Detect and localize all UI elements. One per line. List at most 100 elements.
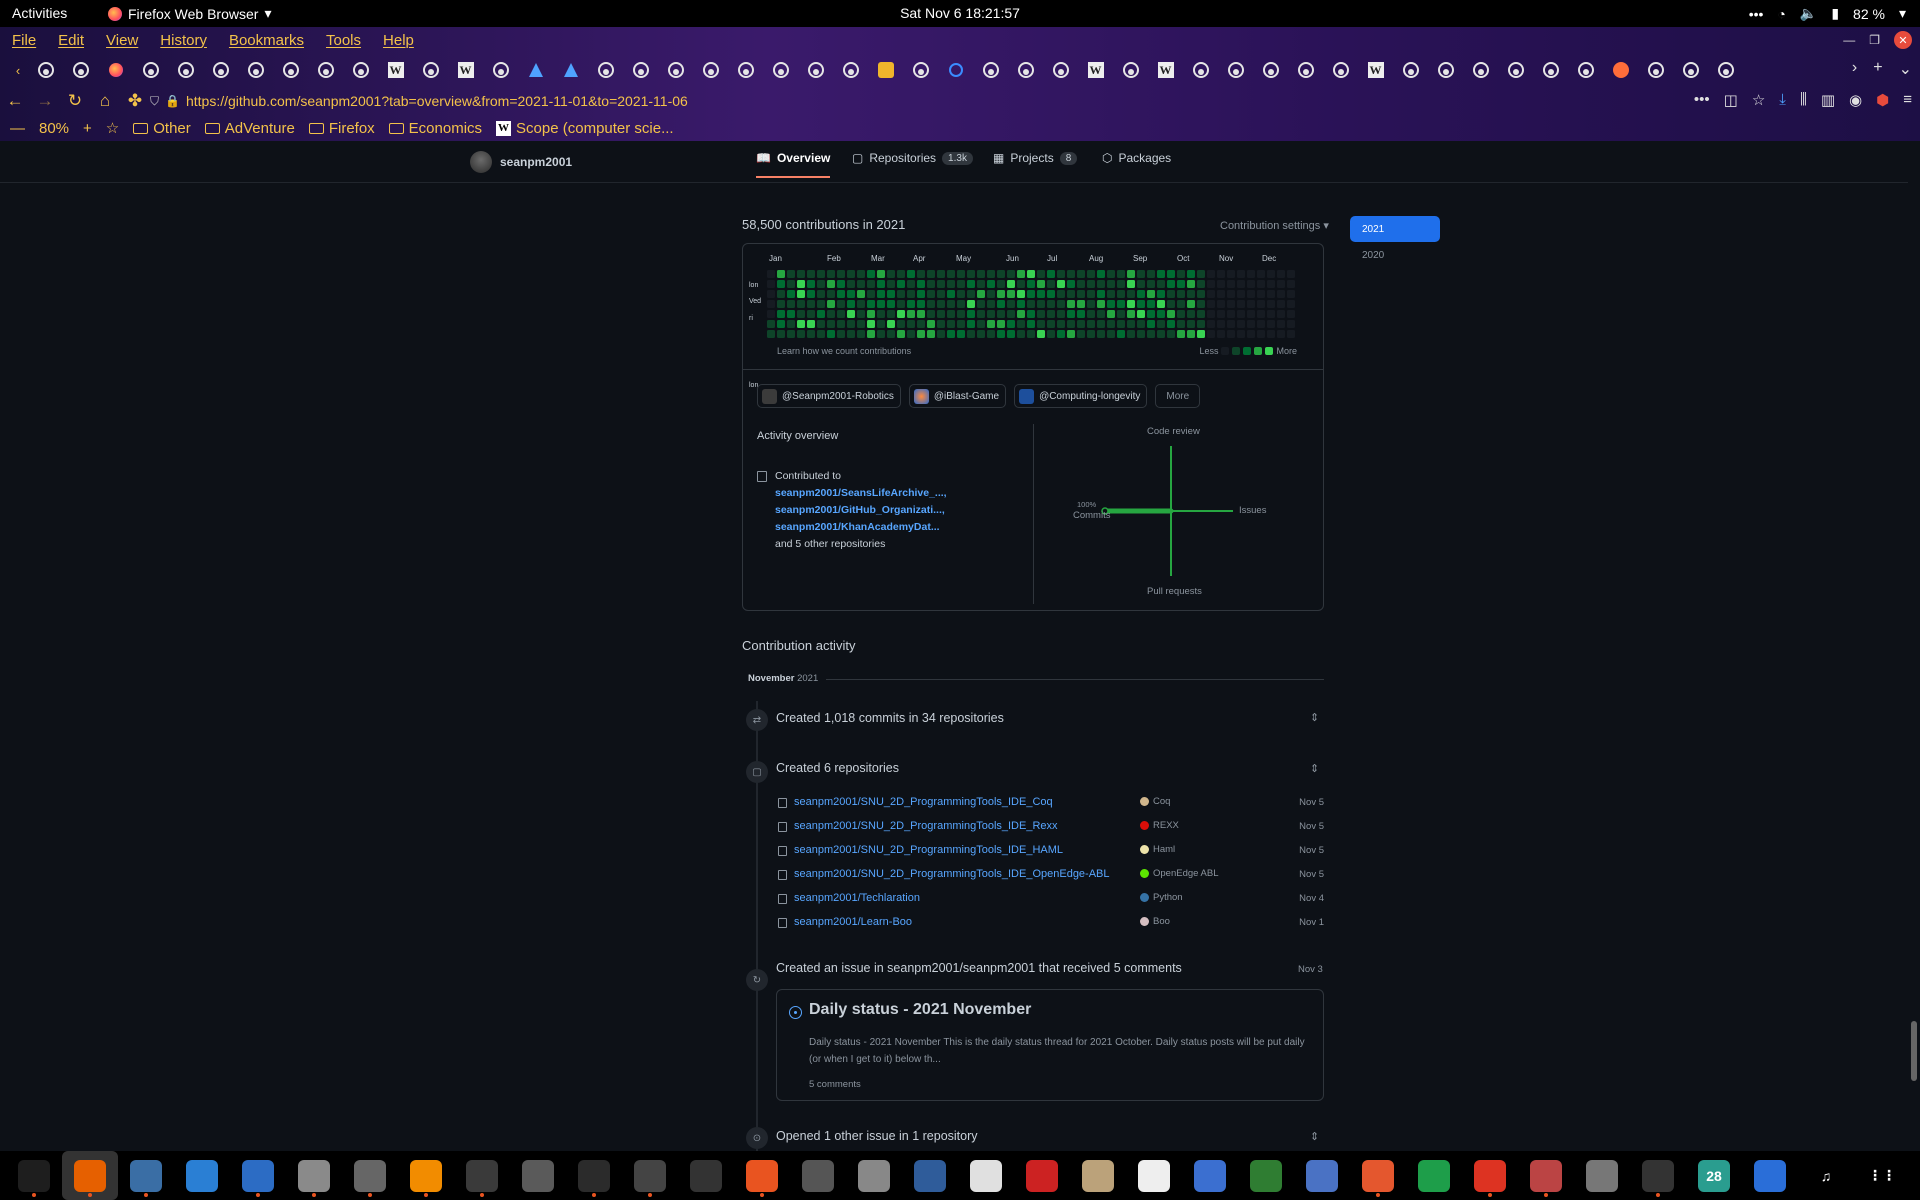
contribution-day[interactable] (767, 300, 775, 308)
dock-terminal[interactable] (566, 1151, 622, 1200)
contribution-day[interactable] (1247, 310, 1255, 318)
contribution-day[interactable] (867, 280, 875, 288)
contribution-day[interactable] (1117, 310, 1125, 318)
browser-tab[interactable] (168, 55, 203, 85)
bookmark-adventure[interactable]: AdVenture (204, 120, 295, 137)
username[interactable]: seanpm2001 (500, 155, 572, 169)
browser-tab[interactable]: W (1358, 55, 1393, 85)
browser-tab[interactable]: W (1148, 55, 1183, 85)
contribution-day[interactable] (1047, 300, 1055, 308)
contribution-day[interactable] (1137, 290, 1145, 298)
contribution-day[interactable] (1067, 310, 1075, 318)
contribution-day[interactable] (797, 300, 805, 308)
browser-tab[interactable] (1288, 55, 1323, 85)
dock-character-map[interactable] (1126, 1151, 1182, 1200)
contribution-day[interactable] (1087, 310, 1095, 318)
contribution-day[interactable] (1207, 330, 1215, 338)
contribution-day[interactable] (817, 270, 825, 278)
contribution-day[interactable] (827, 310, 835, 318)
overflow-icon[interactable]: ••• (1749, 6, 1764, 22)
browser-tab[interactable] (658, 55, 693, 85)
contribution-day[interactable] (1127, 270, 1135, 278)
contribution-day[interactable] (1077, 310, 1085, 318)
contribution-day[interactable] (1027, 290, 1035, 298)
contribution-day[interactable] (947, 270, 955, 278)
account-icon[interactable]: ◉ (1849, 91, 1862, 109)
contribution-day[interactable] (1047, 310, 1055, 318)
contribution-day[interactable] (1097, 300, 1105, 308)
dock-calculator[interactable] (622, 1151, 678, 1200)
contribution-day[interactable] (1097, 290, 1105, 298)
dock-scanner[interactable] (958, 1151, 1014, 1200)
contribution-day[interactable] (1287, 330, 1295, 338)
contribution-day[interactable] (1217, 320, 1225, 328)
contribution-day[interactable] (1107, 300, 1115, 308)
browser-tab[interactable] (518, 55, 553, 85)
contribution-day[interactable] (927, 300, 935, 308)
opened-issues-event[interactable]: Opened 1 other issue in 1 repository (776, 1129, 978, 1143)
contribution-day[interactable] (887, 300, 895, 308)
browser-tab[interactable] (203, 55, 238, 85)
browser-tab[interactable] (1708, 55, 1743, 85)
back-icon[interactable]: ← (0, 91, 30, 111)
contribution-day[interactable] (797, 290, 805, 298)
contribution-day[interactable] (787, 310, 795, 318)
dock-pdf-viewer[interactable] (1014, 1151, 1070, 1200)
browser-tab[interactable] (623, 55, 658, 85)
contribution-day[interactable] (1137, 310, 1145, 318)
contribution-day[interactable] (1157, 300, 1165, 308)
contribution-day[interactable] (967, 310, 975, 318)
contribution-day[interactable] (1007, 290, 1015, 298)
contribution-day[interactable] (957, 330, 965, 338)
contribution-day[interactable] (987, 310, 995, 318)
contribution-day[interactable] (767, 330, 775, 338)
contribution-day[interactable] (1197, 320, 1205, 328)
ublock-icon[interactable]: ⬢ (1876, 91, 1889, 109)
browser-tab[interactable] (413, 55, 448, 85)
contribution-day[interactable] (1257, 270, 1265, 278)
url-text[interactable]: https://github.com/seanpm2001?tab=overvi… (186, 93, 688, 109)
dock-libreoffice-draw[interactable] (902, 1151, 958, 1200)
contribution-day[interactable] (977, 310, 985, 318)
dock-system-monitor[interactable] (6, 1151, 62, 1200)
contribution-day[interactable] (1217, 280, 1225, 288)
dock-archive[interactable] (1070, 1151, 1126, 1200)
contribution-day[interactable] (1177, 300, 1185, 308)
contribution-day[interactable] (857, 280, 865, 288)
menu-file[interactable]: File (12, 32, 36, 49)
contribution-day[interactable] (877, 330, 885, 338)
browser-tab[interactable] (1323, 55, 1358, 85)
contribution-day[interactable] (1147, 300, 1155, 308)
contribution-day[interactable] (827, 270, 835, 278)
browser-tab[interactable] (588, 55, 623, 85)
browser-tab[interactable] (273, 55, 308, 85)
contribution-day[interactable] (847, 280, 855, 288)
browser-tab[interactable]: W (378, 55, 413, 85)
contribution-day[interactable] (1057, 330, 1065, 338)
contribution-day[interactable] (1117, 270, 1125, 278)
dock-notes[interactable] (230, 1151, 286, 1200)
contribution-day[interactable] (1157, 320, 1165, 328)
contribution-day[interactable] (767, 290, 775, 298)
contribution-day[interactable] (867, 290, 875, 298)
contribution-day[interactable] (977, 300, 985, 308)
contribution-day[interactable] (947, 290, 955, 298)
contribution-day[interactable] (837, 310, 845, 318)
contribution-day[interactable] (1017, 270, 1025, 278)
contribution-day[interactable] (857, 290, 865, 298)
contribution-day[interactable] (1147, 270, 1155, 278)
org-iblast[interactable]: @iBlast-Game (908, 384, 1007, 408)
contribution-day[interactable] (1237, 320, 1245, 328)
scroll-tabs-left-icon[interactable]: ‹ (8, 63, 28, 78)
contribution-day[interactable] (1087, 320, 1095, 328)
contribution-day[interactable] (1097, 330, 1105, 338)
contribution-day[interactable] (1257, 310, 1265, 318)
contribution-day[interactable] (1017, 290, 1025, 298)
contribution-day[interactable] (957, 320, 965, 328)
learn-contributions-link[interactable]: Learn how we count contributions (777, 346, 911, 356)
maximize-icon[interactable]: ❐ (1869, 33, 1880, 47)
contribution-day[interactable] (907, 270, 915, 278)
contribution-day[interactable] (997, 290, 1005, 298)
contribution-day[interactable] (1077, 290, 1085, 298)
contribution-day[interactable] (1267, 310, 1275, 318)
